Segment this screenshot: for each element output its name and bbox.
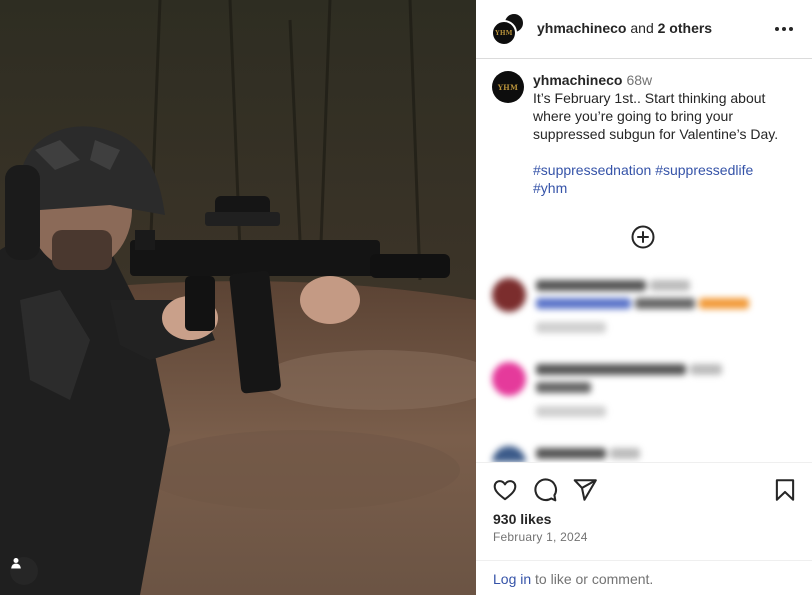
heart-icon[interactable] [492, 477, 518, 503]
brand-logo: YHM [497, 82, 519, 92]
brand-logo: YHM [495, 29, 513, 37]
list-item [492, 270, 792, 340]
plus-circle-icon[interactable] [631, 225, 655, 249]
hashtags: #suppressednation #suppressedlife #yhm [533, 161, 801, 197]
caption-username[interactable]: yhmachineco [533, 72, 622, 88]
login-rest: to like or comment. [531, 571, 654, 587]
post-details-panel: YHM yhmachineco and 2 others YHM yhmachi… [476, 0, 812, 595]
header-title: yhmachineco and 2 others [537, 20, 712, 36]
post-photo[interactable] [0, 0, 476, 595]
avatar [492, 362, 526, 396]
list-item [492, 354, 792, 424]
send-icon[interactable] [572, 477, 598, 503]
list-item [492, 438, 792, 462]
login-prompt: Log in to like or comment. [476, 560, 812, 595]
more-options-icon[interactable] [772, 19, 796, 39]
avatar[interactable]: YHM [491, 20, 517, 46]
caption-body: yhmachineco 68w It’s February 1st.. Start… [533, 71, 801, 197]
header-username[interactable]: yhmachineco [537, 20, 626, 36]
login-text: Log in to like or comment. [493, 571, 653, 587]
login-link[interactable]: Log in [493, 571, 531, 587]
avatar [492, 278, 526, 312]
caption-text: It’s February 1st.. Start thinking about… [533, 90, 779, 142]
header-others[interactable]: 2 others [658, 20, 712, 36]
tag-people-button[interactable] [10, 557, 38, 585]
comments-list [492, 270, 792, 462]
post-date: February 1, 2024 [493, 530, 588, 544]
like-count[interactable]: 930 likes [493, 511, 551, 527]
avatar [492, 446, 526, 462]
hashtag-link[interactable]: #yhm [533, 180, 567, 196]
post-actions: 930 likes February 1, 2024 Log in to lik… [476, 462, 812, 595]
collab-avatars[interactable]: YHM [491, 12, 525, 46]
person-tag-icon [11, 558, 21, 569]
hashtag-link[interactable]: #suppressedlife [655, 162, 753, 178]
caption-avatar[interactable]: YHM [492, 71, 524, 103]
photo-scene [0, 0, 476, 595]
post-header: YHM yhmachineco and 2 others [476, 0, 812, 59]
caption-age: 68w [626, 72, 653, 88]
header-connector: and [626, 20, 658, 36]
comment-icon[interactable] [532, 477, 558, 503]
bookmark-icon[interactable] [772, 477, 798, 503]
hashtag-link[interactable]: #suppressednation [533, 162, 651, 178]
